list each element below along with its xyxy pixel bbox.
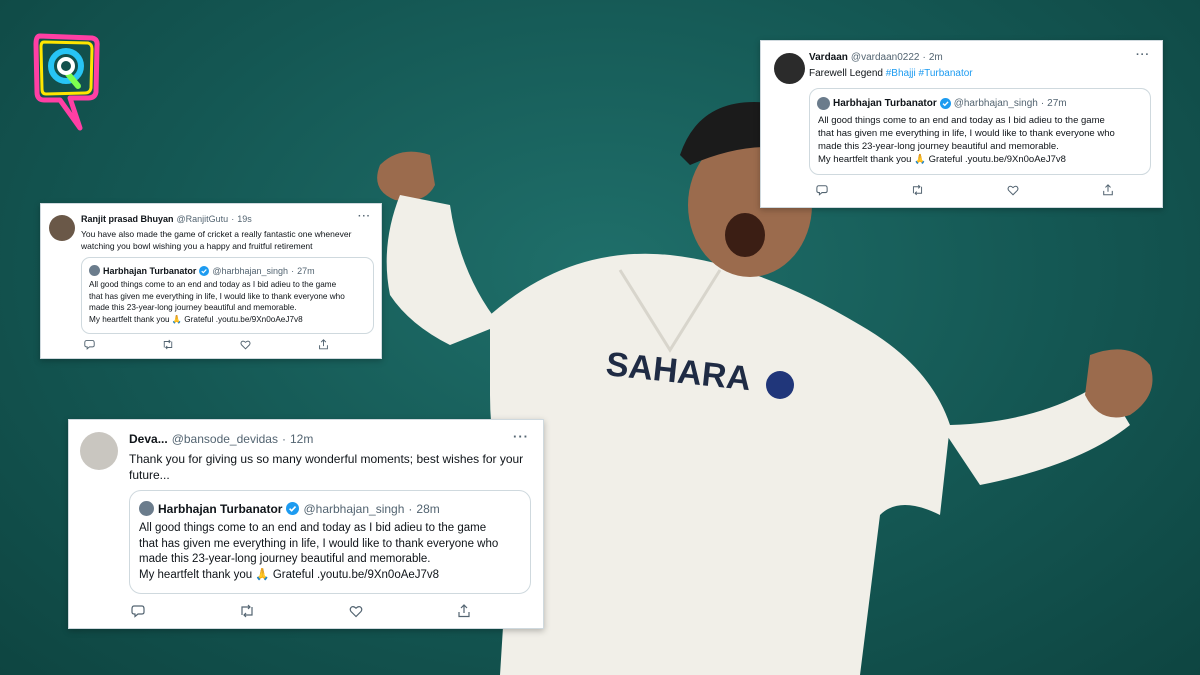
quoted-tweet-header: Harbhajan Turbanator @harbhajan_singh · … [817, 97, 1067, 110]
tweet-actions [84, 339, 329, 350]
reply-icon[interactable] [84, 339, 95, 350]
like-icon[interactable] [1007, 184, 1019, 196]
tweet-text: Farewell Legend #Bhajji #Turbanator [809, 67, 1149, 80]
quoted-tweet[interactable]: Harbhajan Turbanator @harbhajan_singh · … [809, 88, 1151, 175]
more-options-icon[interactable]: ··· [358, 211, 371, 222]
timestamp[interactable]: 19s [237, 214, 252, 224]
separator-dot: · [291, 265, 295, 276]
tweet-card-vardaan[interactable]: Vardaan @vardaan0222 · 2m ··· Farewell L… [760, 40, 1163, 208]
tweet-card-devidas[interactable]: Deva... @bansode_devidas · 12m ··· Thank… [68, 419, 544, 629]
quoted-tweet-header: Harbhajan Turbanator @harbhajan_singh · … [89, 265, 315, 276]
tweet-header: Vardaan @vardaan0222 · 2m [809, 52, 943, 63]
tweet-header: Ranjit prasad Bhuyan @RanjitGutu · 19s [81, 214, 252, 224]
quoted-timestamp: 27m [1047, 98, 1067, 109]
quoted-author-name: Harbhajan Turbanator [833, 98, 937, 109]
share-icon[interactable] [457, 604, 471, 618]
quoted-avatar [139, 501, 154, 516]
retweet-icon[interactable] [911, 184, 924, 196]
quoted-avatar [817, 97, 830, 110]
timestamp[interactable]: 2m [929, 52, 943, 63]
retweet-icon[interactable] [162, 339, 174, 350]
avatar[interactable] [774, 53, 805, 84]
separator-dot: · [408, 501, 413, 516]
author-name[interactable]: Vardaan [809, 52, 848, 63]
avatar[interactable] [49, 215, 75, 241]
quoted-author-handle: @harbhajan_singh [212, 265, 289, 276]
quoted-tweet-text: All good things come to an end and today… [818, 115, 1115, 165]
reply-icon[interactable] [131, 604, 145, 618]
avatar[interactable] [80, 432, 118, 470]
tweet-actions [131, 604, 471, 618]
quoted-avatar [89, 265, 100, 276]
share-icon[interactable] [1102, 184, 1114, 196]
quoted-tweet-text: All good things come to an end and today… [139, 522, 499, 581]
more-options-icon[interactable]: ··· [513, 429, 529, 444]
author-name[interactable]: Deva... [129, 432, 168, 446]
author-handle[interactable]: @vardaan0222 [851, 52, 920, 63]
quoted-author-name: Harbhajan Turbanator [103, 265, 197, 276]
tweet-text: Thank you for giving us so many wonderfu… [129, 452, 524, 482]
separator-dot: · [922, 52, 926, 63]
tweet-text: You have also made the game of cricket a… [81, 229, 352, 251]
hashtag-bhajji[interactable]: #Bhajji [886, 68, 916, 79]
share-icon[interactable] [318, 339, 329, 350]
like-icon[interactable] [240, 339, 251, 350]
author-name[interactable]: Ranjit prasad Bhuyan [81, 214, 174, 224]
hashtag-turbanator[interactable]: #Turbanator [919, 68, 973, 79]
the-quint-q-logo [33, 33, 100, 131]
author-handle[interactable]: @RanjitGutu [177, 214, 229, 224]
tweet-card-ranjit[interactable]: Ranjit prasad Bhuyan @RanjitGutu · 19s ·… [40, 203, 382, 359]
timestamp[interactable]: 12m [290, 432, 313, 446]
tweet-header: Deva... @bansode_devidas · 12m [129, 432, 313, 446]
quoted-author-handle: @harbhajan_singh [953, 98, 1038, 109]
separator-dot: · [1040, 98, 1045, 109]
retweet-icon[interactable] [239, 604, 255, 618]
like-icon[interactable] [349, 604, 363, 618]
quoted-tweet[interactable]: Harbhajan Turbanator @harbhajan_singh · … [129, 490, 531, 594]
more-options-icon[interactable]: ··· [1136, 49, 1150, 61]
quoted-tweet-header: Harbhajan Turbanator @harbhajan_singh · … [139, 501, 440, 516]
verified-badge-icon [286, 502, 300, 515]
quoted-author-name: Harbhajan Turbanator [158, 501, 283, 516]
quoted-author-handle: @harbhajan_singh [303, 501, 405, 516]
tweet-actions [816, 184, 1114, 196]
verified-badge-icon [199, 265, 210, 276]
quoted-tweet-text: All good things come to an end and today… [89, 280, 345, 324]
quoted-timestamp: 27m [297, 265, 315, 276]
separator-dot: · [231, 214, 235, 224]
separator-dot: · [281, 432, 286, 446]
quoted-timestamp: 28m [416, 501, 440, 516]
tweet-text-prefix: Farewell Legend [809, 68, 886, 79]
verified-badge-icon [939, 98, 951, 109]
author-handle[interactable]: @bansode_devidas [172, 432, 278, 446]
reply-icon[interactable] [816, 184, 828, 196]
quoted-tweet[interactable]: Harbhajan Turbanator @harbhajan_singh · … [81, 257, 374, 334]
